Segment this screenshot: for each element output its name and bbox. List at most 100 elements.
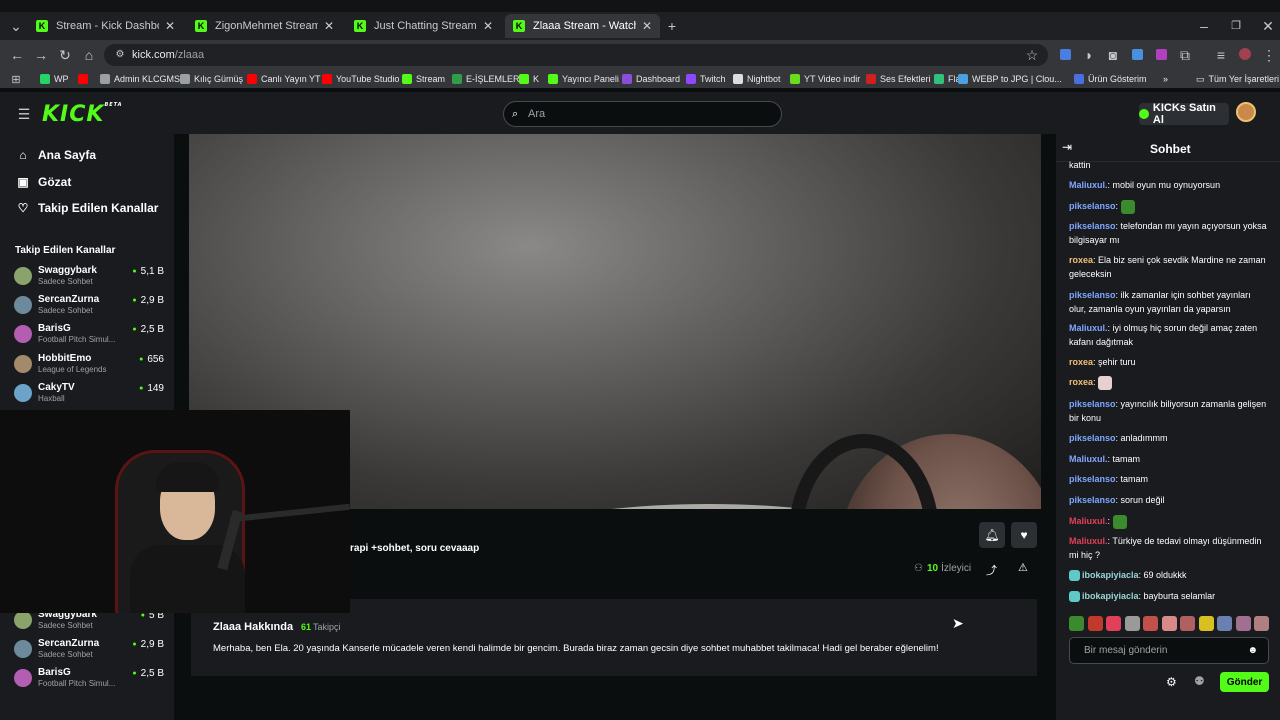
sidebar-item-home[interactable]: ⌂ Ana Sayfa [16,145,96,165]
followed-channel-item[interactable]: BarisGFootball Pitch Simul... 2,5 B [14,667,164,693]
emote-picker-icon[interactable] [1235,616,1251,631]
chat-username[interactable]: roxea [1069,357,1093,367]
emote-picker-icon[interactable] [1180,616,1195,631]
emote-picker-icon[interactable] [1217,616,1232,631]
emote-picker-icon[interactable] [1254,616,1269,631]
emote-picker-icon[interactable] [1143,616,1158,631]
chat-username[interactable]: pikselanso [1069,201,1116,211]
report-icon[interactable]: ⚠ [1018,561,1028,574]
followed-channel-item[interactable]: SercanZurnaSadece Sohbet 2,9 B [14,294,164,320]
reload-icon[interactable]: ↻ [57,47,73,63]
reading-list-icon[interactable]: ≡ [1213,47,1229,63]
bookmark-item[interactable]: Nightbot [733,72,781,86]
chat-username[interactable]: pikselanso [1069,399,1116,409]
extensions-puzzle-icon[interactable]: ⧉ [1177,47,1193,63]
chat-settings-gear-icon[interactable]: ⚙ [1166,675,1177,689]
sidebar-item-browse[interactable]: ▣ Gözat [16,172,71,192]
bookmark-item[interactable]: WP [40,72,69,86]
sidebar-item-following[interactable]: ♡ Takip Edilen Kanallar [16,198,159,218]
extension-camera-icon[interactable]: ◙ [1105,47,1121,63]
chat-username[interactable]: pikselanso [1069,433,1116,443]
all-bookmarks[interactable]: ▭ Tüm Yer İşaretleri [1196,72,1279,86]
minimize-icon[interactable]: – [1196,18,1212,34]
bookmark-item[interactable]: Kılıç Gümüş [180,72,243,86]
followed-channel-item[interactable]: BarisGFootball Pitch Simul... 2,5 B [14,323,164,349]
browser-tab[interactable]: K ZigonMehmet Stream - Watch ✕ [187,14,342,38]
home-button-icon[interactable]: ⌂ [81,47,97,63]
extension-download-icon[interactable] [1129,47,1145,63]
chat-username[interactable]: Maliuxul. [1069,536,1108,546]
emote-picker-icon[interactable] [1124,616,1140,631]
apps-grid-icon[interactable]: ⊞ [8,72,24,88]
close-tab-icon[interactable]: ✕ [165,19,175,33]
chat-username[interactable]: pikselanso [1069,495,1116,505]
forward-icon[interactable]: → [33,47,49,63]
close-window-icon[interactable]: ✕ [1260,18,1276,34]
followed-channel-item[interactable]: SwaggybarkSadece Sohbet 5,1 B [14,265,164,291]
chat-collapse-icon[interactable]: ⇥ [1062,140,1072,154]
chat-username[interactable]: Maliuxul. [1069,180,1108,190]
bookmark-item[interactable]: E-İŞLEMLER [452,72,520,86]
bookmark-item[interactable]: Twitch [686,72,726,86]
emote-picker-icon[interactable] [1106,616,1121,631]
extension-audio-icon[interactable]: ◗ [1081,47,1097,63]
follow-heart-button[interactable]: ♥ [1011,522,1037,548]
chat-username[interactable]: roxea [1069,255,1093,265]
address-bar[interactable]: kick.com/zlaaa [104,44,1048,66]
bookmark-item[interactable]: Dashboard [622,72,680,86]
user-avatar[interactable] [1236,102,1256,122]
emote-picker-icon[interactable] [1087,616,1103,631]
site-info-icon[interactable]: ⚙ [112,47,128,63]
share-icon[interactable]: ⤴ [986,562,997,578]
browser-tab[interactable]: K Just Chatting Streaming - Live S ✕ [346,14,501,38]
close-tab-icon[interactable]: ✕ [483,19,493,33]
bookmark-item[interactable]: Admin KLCGMS [100,72,180,86]
buy-kicks-button[interactable]: KICKs Satın Al [1139,102,1229,126]
chat-username[interactable]: roxea [1069,377,1093,387]
emote-picker-icon[interactable] [1198,616,1214,631]
bookmark-item[interactable]: Yayıncı Paneli [548,72,619,86]
chat-username[interactable]: pikselanso [1069,474,1116,484]
chat-send-button[interactable]: Gönder [1220,672,1269,692]
bookmark-item[interactable]: Canlı Yayın YT [247,72,321,86]
close-tab-icon[interactable]: ✕ [324,19,334,33]
extension-translate-icon[interactable] [1057,47,1073,63]
emote-picker-icon[interactable] [1161,616,1177,631]
chat-username[interactable]: Maliuxul. [1069,454,1108,464]
bookmarks-overflow[interactable]: » [1163,72,1168,86]
browser-tab[interactable]: K Stream - Kick Dashboard ✕ [28,14,183,38]
emote-picker-icon[interactable] [1069,616,1084,631]
tab-list-icon[interactable]: ⌄ [8,18,24,34]
emoji-icon[interactable]: ☻ [1247,638,1258,663]
chat-username[interactable]: ibokapiyiacla [1082,570,1139,580]
search-input[interactable]: ⌕ Ara [503,101,782,127]
chat-username[interactable]: Maliuxul. [1069,516,1108,526]
kick-logo[interactable]: KICKBETA [42,102,123,127]
followed-channel-item[interactable]: HobbitEmoLeague of Legends 656 [14,353,164,379]
new-tab-icon[interactable]: + [664,18,680,34]
browser-menu-icon[interactable]: ⋮ [1261,47,1277,63]
chat-message-input[interactable]: Bir mesaj gönderin ☻ [1069,637,1269,664]
back-icon[interactable]: ← [9,47,25,63]
bookmark-item[interactable]: Stream [402,72,445,86]
menu-hamburger-icon[interactable]: ☰ [16,106,32,122]
close-tab-icon[interactable]: ✕ [642,19,652,33]
bookmark-star-icon[interactable]: ☆ [1024,47,1040,63]
bookmark-item[interactable]: YT Video indir [790,72,860,86]
restore-icon[interactable]: ❐ [1228,18,1244,34]
bookmark-item[interactable]: WEBP to JPG | Clou... [958,72,1062,86]
followed-channel-item[interactable]: CakyTVHaxball 149 [14,382,164,408]
bookmark-item[interactable]: Ürün Gösterim [1074,72,1147,86]
browser-tab[interactable]: K Zlaaa Stream - Watch Live on K ✕ [505,14,660,38]
chat-username[interactable]: pikselanso [1069,221,1116,231]
followed-channel-item[interactable]: SercanZurnaSadece Sohbet 2,9 B [14,638,164,664]
notification-bell-button[interactable]: 🔔︎ [979,522,1005,548]
bookmark-item[interactable]: YouTube Studio [322,72,399,86]
profile-icon[interactable] [1237,47,1253,63]
chat-username[interactable]: pikselanso [1069,290,1116,300]
bookmark-item[interactable]: Ses Efektleri [866,72,931,86]
chat-username[interactable]: Maliuxul. [1069,323,1108,333]
kicks-gift-icon[interactable]: ⚉ [1194,674,1205,688]
chat-username[interactable]: ibokapiyiacla [1082,591,1139,601]
bookmark-item[interactable]: K [519,72,539,86]
